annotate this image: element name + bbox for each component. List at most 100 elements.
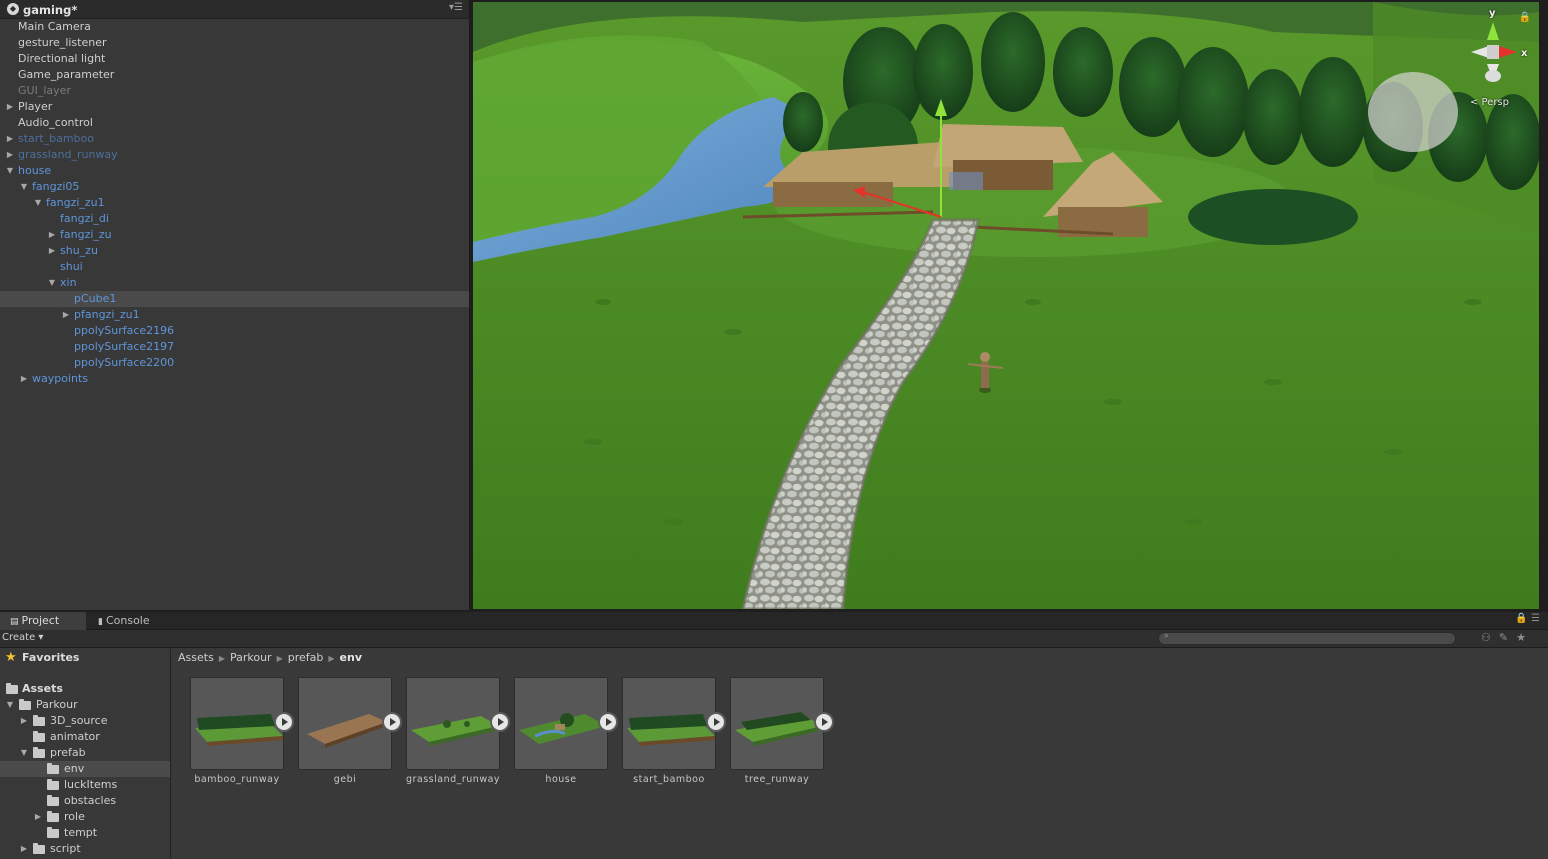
- hierarchy-item-grassland-runway[interactable]: ▶ grassland_runway: [0, 147, 469, 163]
- hierarchy-item-ppolysurface2200[interactable]: ppolySurface2200: [0, 355, 469, 371]
- asset-item[interactable]: start_bamboo: [622, 677, 726, 792]
- hierarchy-panel: ◆ gaming* ▾☰ Main Camera gesture_listene…: [0, 0, 470, 610]
- folder-env[interactable]: env: [0, 761, 170, 777]
- folder-icon: [47, 779, 59, 790]
- filter-icons[interactable]: ⚇✎★: [1481, 631, 1534, 644]
- breadcrumb-separator-icon: ▶: [276, 654, 283, 663]
- hierarchy-item-fangzi-di[interactable]: fangzi_di: [0, 211, 469, 227]
- tab-console[interactable]: ▮ Console: [88, 612, 160, 630]
- folder-prefab[interactable]: ▼ prefab: [0, 745, 170, 761]
- folder-assets[interactable]: Assets: [0, 681, 170, 697]
- folder-luckitems[interactable]: luckItems: [0, 777, 170, 793]
- play-icon[interactable]: [274, 712, 294, 732]
- hierarchy-item-shu-zu[interactable]: ▶ shu_zu: [0, 243, 469, 259]
- search-input[interactable]: ⌕: [1158, 631, 1456, 645]
- folder-animator[interactable]: animator: [0, 729, 170, 745]
- folder-icon: [33, 715, 45, 726]
- hierarchy-item-player[interactable]: ▶ Player: [0, 99, 469, 115]
- tab-label: Console: [105, 614, 150, 627]
- panel-menu-icon[interactable]: 🔒 ☰: [1515, 613, 1540, 624]
- expand-arrow-icon[interactable]: ▶: [19, 371, 29, 387]
- orientation-gizmo[interactable]: 🔒 y x < Persp: [1451, 8, 1531, 110]
- play-icon[interactable]: [814, 712, 834, 732]
- scene-view[interactable]: 🔒 y x < Persp: [473, 2, 1539, 609]
- asset-item[interactable]: house: [514, 677, 618, 792]
- folder-parkour[interactable]: ▼ Parkour: [0, 697, 170, 713]
- expand-arrow-icon[interactable]: ▶: [5, 131, 15, 147]
- expand-arrow-icon[interactable]: ▶: [19, 713, 29, 729]
- hierarchy-item-waypoints[interactable]: ▶ waypoints: [0, 371, 469, 387]
- collapse-arrow-icon[interactable]: ▼: [47, 275, 57, 291]
- hierarchy-item-label: grassland_runway: [18, 148, 118, 161]
- expand-arrow-icon[interactable]: ▶: [33, 809, 43, 825]
- search-icon: ⌕: [1164, 631, 1170, 641]
- folder-label: Favorites: [22, 651, 80, 664]
- hierarchy-item-pfangzi-zu1[interactable]: ▶ pfangzi_zu1: [0, 307, 469, 323]
- expand-arrow-icon[interactable]: ▶: [5, 147, 15, 163]
- breadcrumb-item[interactable]: Parkour: [230, 651, 272, 664]
- collapse-arrow-icon[interactable]: ▼: [19, 179, 29, 195]
- projection-label[interactable]: < Persp: [1470, 97, 1509, 108]
- play-icon[interactable]: [382, 712, 402, 732]
- collapse-arrow-icon[interactable]: ▼: [5, 697, 15, 713]
- folder-label: prefab: [50, 746, 86, 759]
- asset-thumbnail: [406, 677, 500, 770]
- asset-browser: Assets ▶ Parkour ▶ prefab ▶ env bamboo_runway …: [172, 649, 1548, 859]
- expand-arrow-icon[interactable]: ▶: [5, 99, 15, 115]
- hierarchy-item-ppolysurface2196[interactable]: ppolySurface2196: [0, 323, 469, 339]
- hierarchy-item-xin[interactable]: ▼ xin: [0, 275, 469, 291]
- collapse-arrow-icon[interactable]: ▼: [5, 163, 15, 179]
- hierarchy-item-pcube1[interactable]: pCube1: [0, 291, 469, 307]
- collapse-arrow-icon[interactable]: ▼: [33, 195, 43, 211]
- expand-arrow-icon[interactable]: ▶: [19, 841, 29, 857]
- hierarchy-item-directional-light[interactable]: Directional light: [0, 51, 469, 67]
- expand-arrow-icon[interactable]: ▶: [47, 243, 57, 259]
- tab-project[interactable]: ▤ Project: [0, 612, 86, 630]
- asset-name: start_bamboo: [633, 774, 705, 785]
- hierarchy-item-house[interactable]: ▼ house: [0, 163, 469, 179]
- hierarchy-item-gui-layer[interactable]: GUI_layer: [0, 83, 469, 99]
- folder-obstacles[interactable]: obstacles: [0, 793, 170, 809]
- scene-title: gaming*: [23, 3, 78, 17]
- asset-item[interactable]: grassland_runway: [406, 677, 510, 792]
- asset-item[interactable]: bamboo_runway: [190, 677, 294, 792]
- scene-render: [473, 2, 1539, 609]
- hierarchy-item-game-parameter[interactable]: Game_parameter: [0, 67, 469, 83]
- folder-script[interactable]: ▶ script: [0, 841, 170, 857]
- play-icon[interactable]: [598, 712, 618, 732]
- folder-label: 3D_source: [50, 714, 108, 727]
- folder-icon: [33, 843, 45, 854]
- hierarchy-item-fangzi-zu1[interactable]: ▼ fangzi_zu1: [0, 195, 469, 211]
- asset-name: house: [545, 774, 577, 785]
- folder-3d-source[interactable]: ▶ 3D_source: [0, 713, 170, 729]
- hierarchy-item-start-bamboo[interactable]: ▶ start_bamboo: [0, 131, 469, 147]
- breadcrumb-item[interactable]: Assets: [178, 651, 214, 664]
- hierarchy-item-main-camera[interactable]: Main Camera: [0, 19, 469, 35]
- expand-arrow-icon[interactable]: ▶: [47, 227, 57, 243]
- star-icon: ★: [5, 650, 17, 665]
- play-icon[interactable]: [490, 712, 510, 732]
- hierarchy-item-label: fangzi_di: [60, 212, 109, 225]
- hierarchy-item-audio-control[interactable]: Audio_control: [0, 115, 469, 131]
- collapse-arrow-icon[interactable]: ▼: [19, 745, 29, 761]
- folder-role[interactable]: ▶ role: [0, 809, 170, 825]
- hierarchy-item-ppolysurface2197[interactable]: ppolySurface2197: [0, 339, 469, 355]
- breadcrumb-item[interactable]: prefab: [288, 651, 324, 664]
- asset-thumbnail: [730, 677, 824, 770]
- create-dropdown[interactable]: Create ▾: [2, 632, 43, 643]
- hierarchy-menu-icon[interactable]: ▾☰: [449, 2, 463, 13]
- asset-item[interactable]: tree_runway: [730, 677, 834, 792]
- play-icon[interactable]: [706, 712, 726, 732]
- folder-label: tempt: [64, 826, 98, 839]
- hierarchy-item-gesture-listener[interactable]: gesture_listener: [0, 35, 469, 51]
- breadcrumb-item-current[interactable]: env: [340, 651, 362, 664]
- folder-favorites[interactable]: ★ Favorites: [0, 650, 170, 666]
- hierarchy-item-label: pfangzi_zu1: [74, 308, 140, 321]
- hierarchy-item-fangzi05[interactable]: ▼ fangzi05: [0, 179, 469, 195]
- expand-arrow-icon[interactable]: ▶: [61, 307, 71, 323]
- asset-item[interactable]: gebi: [298, 677, 402, 792]
- folder-tempt[interactable]: tempt: [0, 825, 170, 841]
- hierarchy-item-fangzi-zu[interactable]: ▶ fangzi_zu: [0, 227, 469, 243]
- hierarchy-item-label: Audio_control: [18, 116, 93, 129]
- hierarchy-item-shui[interactable]: shui: [0, 259, 469, 275]
